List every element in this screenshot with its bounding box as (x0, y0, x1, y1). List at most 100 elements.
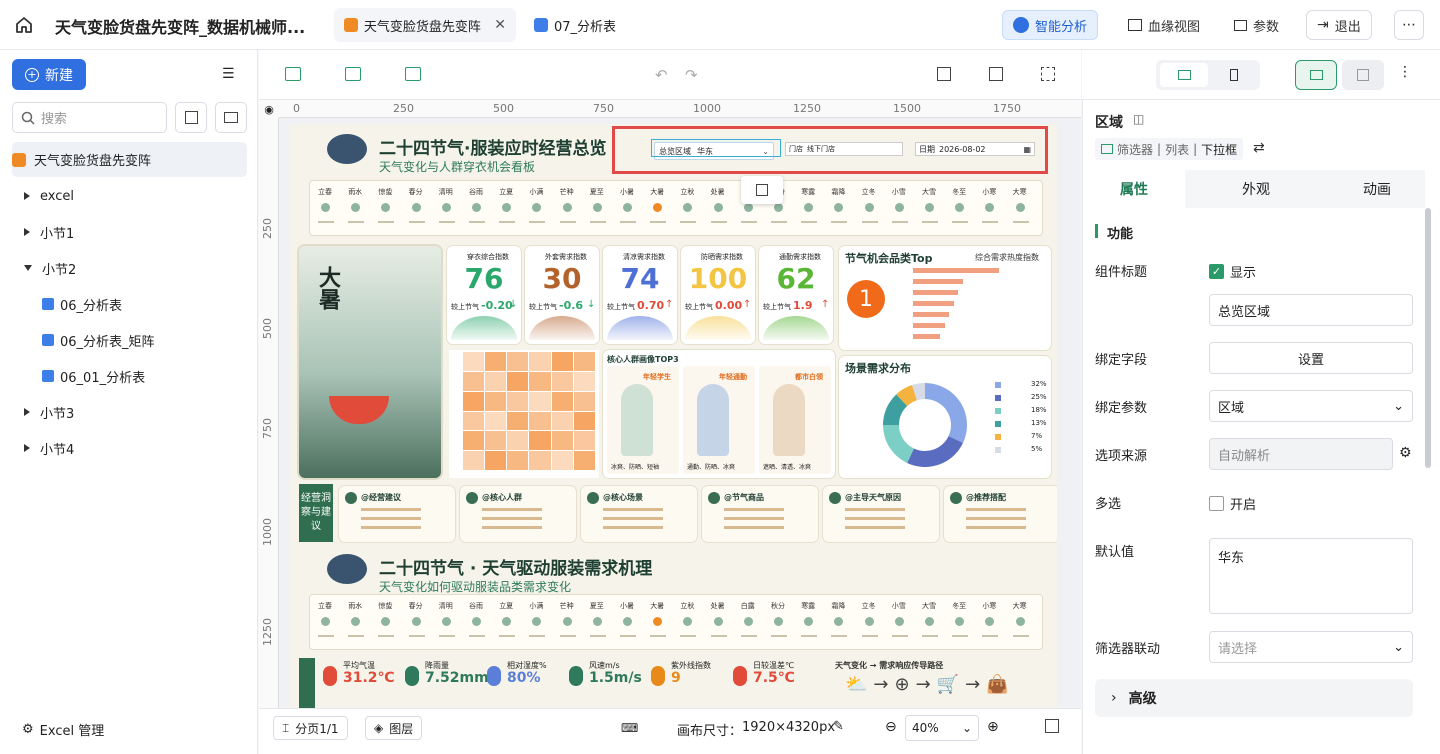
solar-term-label: 霜降 (831, 602, 846, 610)
tree-item[interactable]: 小节2 (0, 253, 258, 283)
solar-term-icon (713, 617, 723, 626)
heatmap-cell (529, 411, 551, 431)
panel-scrollbar[interactable] (1425, 208, 1431, 468)
tree-item[interactable]: 小节4 (0, 433, 258, 463)
lineage-button[interactable]: 血缘视图 (1118, 10, 1210, 40)
selected-filter-frame[interactable] (651, 139, 781, 157)
insert-chart-icon[interactable] (285, 67, 301, 81)
excel-manage-button[interactable]: ⚙ Excel 管理 (22, 720, 104, 739)
heatmap-cell (529, 451, 551, 470)
arrow-up-icon: ↑ (743, 299, 752, 310)
solar-term-label: 芒种 (559, 188, 574, 196)
tree-item[interactable]: 06_分析表 (0, 289, 258, 319)
tree-item-label: 06_分析表_矩阵 (60, 334, 155, 350)
close-icon[interactable]: ✕ (494, 17, 506, 33)
insert-table-icon[interactable] (405, 67, 421, 81)
ruler-tick: 500 (261, 318, 274, 339)
persona-name: 年轻学生 (643, 373, 671, 381)
bind-field-button[interactable]: 设置 (1209, 342, 1413, 374)
zoom-select[interactable]: 40% ⌄ (905, 715, 979, 741)
tab-appearance[interactable]: 外观 (1205, 170, 1307, 208)
resize-icon[interactable]: ◫ (1133, 112, 1144, 126)
insert-filter-icon[interactable] (345, 67, 361, 81)
tree-item[interactable]: excel (0, 181, 258, 211)
zoom-out-icon[interactable]: ⊖ (885, 719, 897, 735)
multi-checkbox[interactable]: 开启 (1209, 494, 1256, 513)
default-textarea[interactable]: 华东 (1209, 538, 1413, 614)
solar-term-label: 大寒 (1012, 602, 1027, 610)
solar-term-tick (318, 635, 334, 637)
section2-title: 二十四节气 · 天气驱动服装需求机理 (379, 559, 653, 579)
smart-analysis-button[interactable]: 智能分析 (1002, 10, 1099, 40)
swap-icon[interactable]: ⇄ (1253, 140, 1265, 156)
save-icon[interactable] (1342, 60, 1384, 90)
zoom-in-icon[interactable]: ⊕ (987, 719, 999, 735)
advanced-section[interactable]: › 高级 (1095, 679, 1413, 717)
new-button[interactable]: + 新建 (12, 59, 86, 90)
solar-term-tick (952, 221, 969, 223)
gear-icon[interactable]: ⚙ (1399, 445, 1412, 461)
link-select[interactable]: 请选择 ⌄ (1209, 631, 1413, 663)
preview-icon[interactable] (1295, 60, 1337, 90)
edit-icon[interactable]: ✎ (833, 719, 844, 734)
donut-slice (907, 436, 964, 467)
multi-label: 多选 (1095, 497, 1122, 512)
more-vertical-icon[interactable]: ⋮ (1398, 64, 1412, 80)
group-icon[interactable] (1041, 67, 1055, 81)
tree-item[interactable]: 小节1 (0, 217, 258, 247)
tree-item[interactable]: 06_01_分析表 (0, 361, 258, 391)
fit-screen-icon[interactable] (1045, 719, 1059, 733)
bind-param-select[interactable]: 区域 ⌄ (1209, 390, 1413, 422)
sidebar: + 新建 ☰ 搜索 天气变脸货盘先变阵 ⚙ Excel 管理 excel 小节1 小… (0, 50, 258, 754)
tab-properties[interactable]: 属性 (1083, 170, 1185, 208)
vertical-ruler: 250 500 750 1000 1250 (259, 118, 279, 708)
layers-button[interactable]: ◈ 图层 (365, 716, 423, 740)
weather-tile: 平均气温 31.2℃ (321, 658, 401, 704)
align-icon[interactable] (937, 67, 951, 81)
caret-right-icon (24, 192, 30, 200)
tab-animation[interactable]: 动画 (1329, 170, 1425, 208)
pagination-button[interactable]: ⌶ 分页1/1 (273, 716, 348, 740)
tree-item[interactable]: 小节3 (0, 397, 258, 427)
collapse-icon[interactable]: ☰ (222, 66, 235, 82)
params-button[interactable]: 参数 (1224, 10, 1289, 40)
solar-term-label: 立春 (318, 602, 332, 610)
keyboard-icon[interactable]: ⌨ (621, 721, 638, 735)
kpi-label: 外套需求指数 (545, 253, 587, 261)
undo-icon[interactable]: ↶ (655, 66, 668, 84)
tab-dashboard[interactable]: 天气变脸货盘先变阵 ✕ (334, 8, 516, 42)
redo-icon[interactable]: ↷ (685, 66, 698, 84)
desktop-icon[interactable] (1160, 63, 1208, 87)
persona-caption: 遮晒、清透、冰爽 (763, 464, 812, 471)
ruler-tick: 750 (593, 102, 614, 115)
eye-icon[interactable]: ◉ (259, 100, 279, 118)
heatmap-cell (573, 451, 595, 470)
kpi-value: 30 (542, 262, 582, 295)
solar-term-icon (562, 617, 572, 626)
folder-add-icon[interactable] (215, 102, 247, 133)
more-icon[interactable]: ⋯ (1394, 10, 1424, 40)
heatmap-card (449, 350, 599, 478)
solar-term-icon (774, 203, 783, 212)
kpi-label: 清凉需求指数 (623, 253, 665, 261)
top-category-bar (913, 268, 999, 273)
tree-item[interactable]: 06_分析表_矩阵 (0, 325, 258, 355)
tab-analysis[interactable]: 07_分析表 (534, 8, 616, 42)
check-icon[interactable] (175, 102, 207, 133)
select-icon[interactable] (989, 67, 1003, 81)
ai-icon (1013, 17, 1029, 33)
tab-label: 天气变脸货盘先变阵 (363, 19, 481, 35)
top-category-subtitle: 综合需求热度指数 (975, 253, 1039, 262)
params-label: 参数 (1253, 19, 1280, 35)
exit-button[interactable]: ⇥ 退出 (1306, 10, 1372, 40)
search-input[interactable]: 搜索 (12, 102, 167, 133)
tree-root[interactable]: 天气变脸货盘先变阵 (12, 142, 247, 177)
home-icon[interactable] (14, 15, 34, 35)
title-input[interactable]: 总览区域 (1209, 294, 1413, 326)
filter-icon (1101, 144, 1113, 154)
solar-term-icon (472, 203, 481, 212)
show-title-checkbox[interactable]: ✓ 显示 (1209, 262, 1256, 281)
chevron-right-icon: › (1111, 690, 1117, 706)
align-popover-icon[interactable] (741, 176, 783, 204)
mobile-icon[interactable] (1212, 63, 1256, 87)
